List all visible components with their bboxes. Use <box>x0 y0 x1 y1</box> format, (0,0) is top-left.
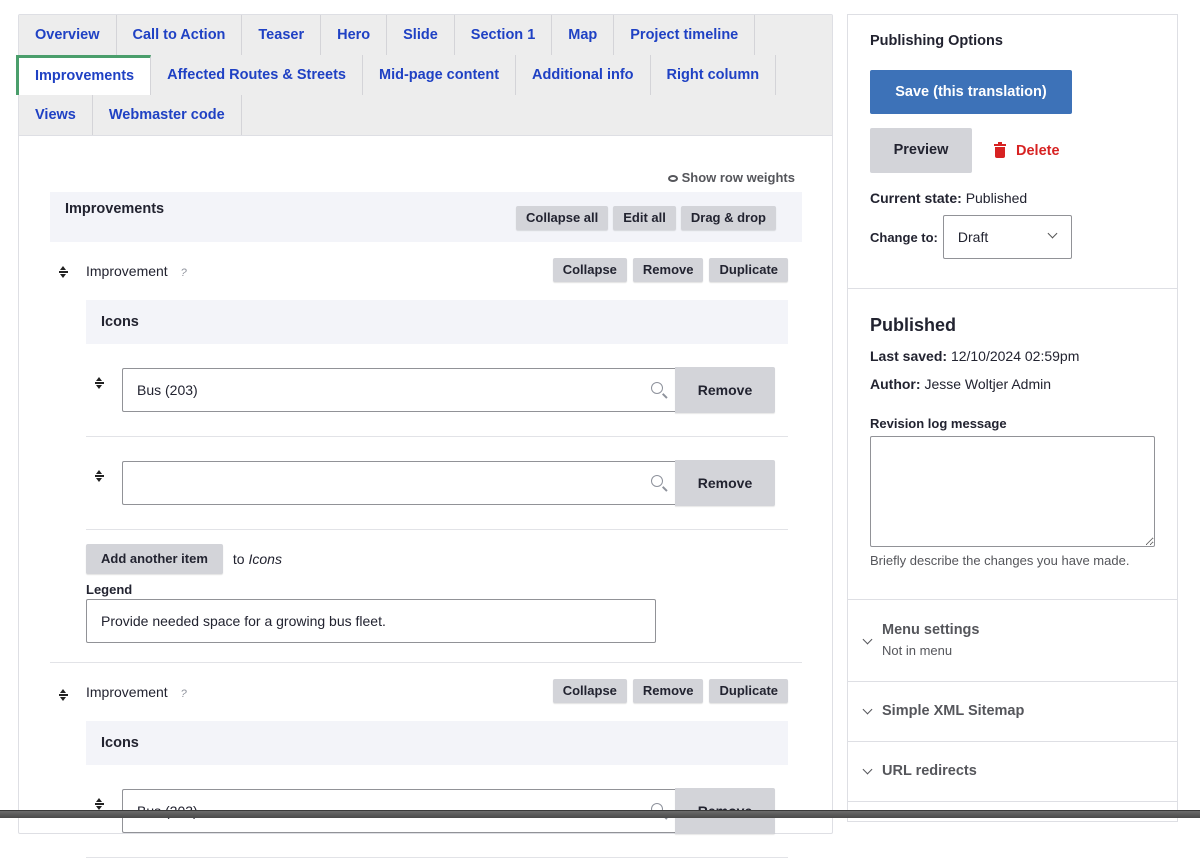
vertical-tabs-bar: Overview Call to Action Teaser Hero Slid… <box>16 15 832 136</box>
tab-mid-page-content[interactable]: Mid-page content <box>363 55 517 95</box>
status-heading: Published <box>870 315 957 335</box>
icon-item: Bus (203) Remove <box>86 344 788 437</box>
publishing-options-title: Publishing Options <box>870 33 1003 49</box>
tab-additional-info[interactable]: Additional info <box>516 55 651 95</box>
xml-sitemap-accordion[interactable]: Simple XML Sitemap <box>847 682 1178 742</box>
change-to-label: Change to: <box>870 229 938 245</box>
node-edit-form: Overview Call to Action Teaser Hero Slid… <box>16 14 833 858</box>
remove-icon-button[interactable]: Remove <box>675 367 775 413</box>
menu-settings-accordion[interactable]: Menu settings Not in menu <box>847 600 1178 682</box>
duplicate-button[interactable]: Duplicate <box>709 679 788 703</box>
improvements-header: Improvements Collapse all Edit all Drag … <box>50 192 802 242</box>
icons-field-header: Icons <box>86 721 788 765</box>
help-icon[interactable]: ? <box>181 267 187 279</box>
icon-item: Remove <box>86 437 788 530</box>
help-icon[interactable]: ? <box>181 688 187 700</box>
current-state: Current state: Published <box>870 190 1028 206</box>
tab-overview[interactable]: Overview <box>19 15 117 55</box>
show-row-weights-label: Show row weights <box>681 170 795 185</box>
duplicate-button[interactable]: Duplicate <box>709 258 788 282</box>
legend-input[interactable]: Provide needed space for a growing bus f… <box>86 599 656 643</box>
search-icon <box>651 382 663 394</box>
tab-row-3: Views Webmaster code <box>19 95 832 135</box>
select-value: Draft <box>957 229 989 245</box>
legend-label: Legend <box>86 582 133 597</box>
improvement-paragraph: Improvement ? Collapse Remove Duplicate … <box>50 242 802 663</box>
last-saved: Last saved: 12/10/2024 02:59pm <box>870 348 1080 364</box>
tab-project-timeline[interactable]: Project timeline <box>614 15 756 55</box>
menu-settings-summary: Not in menu <box>882 643 953 658</box>
tab-right-column[interactable]: Right column <box>651 55 777 95</box>
save-translation-button[interactable]: Save (this translation) <box>870 70 1072 114</box>
collapse-button[interactable]: Collapse <box>552 258 627 282</box>
tab-section-1[interactable]: Section 1 <box>455 15 553 55</box>
icon-autocomplete-input[interactable]: Bus (203) <box>122 368 675 412</box>
icon-autocomplete-input[interactable] <box>122 461 675 505</box>
improvement-paragraph: Improvement ? Collapse Remove Duplicate … <box>50 663 802 858</box>
tab-call-to-action[interactable]: Call to Action <box>117 15 243 55</box>
icons-field-header: Icons <box>86 300 788 344</box>
remove-paragraph-button[interactable]: Remove <box>632 258 704 282</box>
tab-slide[interactable]: Slide <box>387 15 455 55</box>
drag-handle-icon[interactable] <box>94 376 104 390</box>
icon-input-value: Bus (203) <box>137 382 198 398</box>
collapse-button[interactable]: Collapse <box>552 679 627 703</box>
collapse-all-button[interactable]: Collapse all <box>516 206 609 230</box>
tab-views[interactable]: Views <box>19 95 93 135</box>
tab-webmaster-code[interactable]: Webmaster code <box>93 95 242 135</box>
divider <box>50 643 802 663</box>
drag-handle-icon[interactable] <box>58 688 68 702</box>
author: Author: Jesse Woltjer Admin <box>870 376 1052 392</box>
moderation-state-select[interactable]: Draft <box>942 215 1072 259</box>
search-icon <box>651 475 663 487</box>
show-row-weights-link[interactable]: Show row weights <box>50 136 802 192</box>
edit-all-button[interactable]: Edit all <box>613 206 676 230</box>
paragraph-label: Improvement <box>86 263 168 279</box>
chevron-down-icon <box>862 764 873 775</box>
chevron-down-icon <box>862 634 873 645</box>
chevron-down-icon <box>1047 228 1058 239</box>
remove-paragraph-button[interactable]: Remove <box>632 679 704 703</box>
add-target-text: to Icons <box>232 551 282 567</box>
drag-handle-icon[interactable] <box>94 797 104 811</box>
tab-affected-routes-streets[interactable]: Affected Routes & Streets <box>151 55 363 95</box>
tab-content: Show row weights Improvements Collapse a… <box>19 136 832 858</box>
delete-link[interactable]: Delete <box>994 141 1060 159</box>
tab-map[interactable]: Map <box>552 15 615 55</box>
drag-drop-button[interactable]: Drag & drop <box>680 206 776 230</box>
chevron-down-icon <box>862 704 873 715</box>
url-redirects-title: URL redirects <box>882 763 977 779</box>
publishing-options-panel: Publishing Options Save (this translatio… <box>847 14 1178 289</box>
add-another-item-button[interactable]: Add another item <box>86 544 223 574</box>
preview-button[interactable]: Preview <box>870 128 972 173</box>
paragraph-label: Improvement <box>86 684 168 700</box>
revision-log-description: Briefly describe the changes you have ma… <box>870 553 1130 568</box>
remove-icon-button[interactable]: Remove <box>675 460 775 506</box>
url-redirects-accordion[interactable]: URL redirects <box>847 742 1178 802</box>
current-state-value: Published <box>965 190 1028 206</box>
tab-improvements[interactable]: Improvements <box>16 55 152 95</box>
xml-sitemap-title: Simple XML Sitemap <box>882 703 1025 719</box>
menu-settings-title: Menu settings <box>882 622 980 638</box>
tab-hero[interactable]: Hero <box>321 15 388 55</box>
tab-row-2: Improvements Affected Routes & Streets M… <box>16 55 832 95</box>
tab-teaser[interactable]: Teaser <box>242 15 322 55</box>
os-bottom-bar <box>0 810 1200 818</box>
revision-log-textarea[interactable] <box>870 436 1155 547</box>
drag-handle-icon[interactable] <box>94 469 104 483</box>
revision-log-label: Revision log message <box>870 416 1007 431</box>
trash-icon <box>994 141 1006 158</box>
tab-row-1: Overview Call to Action Teaser Hero Slid… <box>19 15 832 55</box>
eye-icon <box>667 175 678 182</box>
delete-label: Delete <box>1016 142 1060 159</box>
drag-handle-icon[interactable] <box>58 265 68 279</box>
improvements-title: Improvements <box>65 201 165 217</box>
entity-meta-panel: Published Last saved: 12/10/2024 02:59pm… <box>847 288 1178 600</box>
